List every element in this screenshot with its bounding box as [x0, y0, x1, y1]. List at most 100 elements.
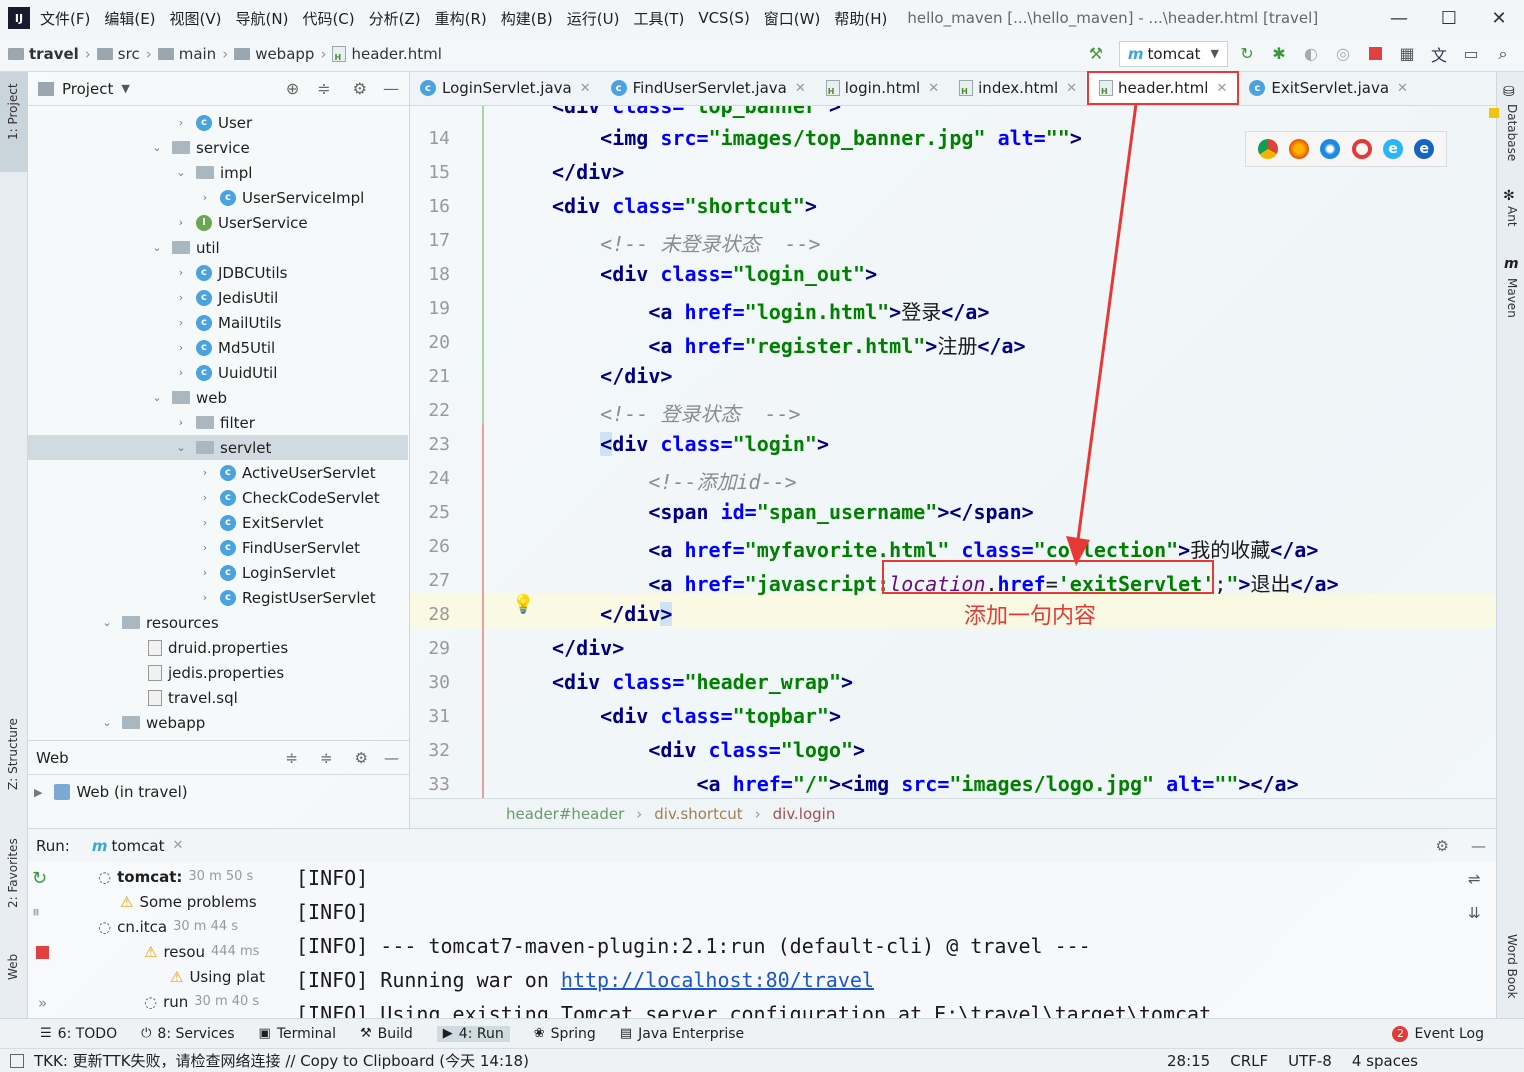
bottom-tool-button[interactable]: ❀ Spring [534, 1026, 596, 1042]
menu-item[interactable]: 编辑(E) [104, 8, 155, 29]
close-icon[interactable]: ✕ [172, 838, 183, 853]
menu-item[interactable]: 导航(N) [236, 8, 289, 29]
hide-icon[interactable]: — [1471, 837, 1486, 855]
chevron-right-icon[interactable]: › [198, 516, 212, 529]
debug-icon[interactable]: ✱ [1266, 41, 1292, 67]
project-tool-button[interactable]: 1: Project [6, 83, 20, 140]
ie-icon[interactable]: e [1382, 139, 1403, 159]
chevron-right-icon[interactable]: › [198, 591, 212, 604]
tree-item[interactable]: › c ExitServlet [28, 510, 408, 535]
tree-item[interactable]: › c UuidUtil [28, 360, 408, 385]
chevron-down-icon[interactable]: ▼ [121, 82, 129, 95]
tree-item[interactable]: › c RegistUserServlet [28, 585, 408, 610]
menu-item[interactable]: 代码(C) [302, 8, 354, 29]
caret-position[interactable]: 28:15 [1167, 1052, 1210, 1070]
close-tab-icon[interactable]: ✕ [1066, 81, 1077, 96]
event-log-button[interactable]: Event Log [1414, 1026, 1484, 1042]
menu-item[interactable]: VCS(S) [698, 9, 749, 27]
firefox-icon[interactable] [1288, 139, 1309, 159]
web-tool-button[interactable]: Web [6, 954, 20, 980]
chevron-right-icon[interactable]: › [198, 491, 212, 504]
chevron-right-icon[interactable]: › [174, 341, 188, 354]
window-icon[interactable]: ▭ [1458, 41, 1484, 67]
chevron-right-icon[interactable]: › [174, 216, 188, 229]
search-icon[interactable]: ⌕ [1490, 41, 1516, 67]
tree-item[interactable]: › filter [28, 410, 408, 435]
chevron-down-icon[interactable]: ⌄ [150, 141, 164, 154]
code-crumb-header[interactable]: header#header [506, 805, 624, 823]
run-tree-item[interactable]: ⚠ Some problems [120, 889, 257, 914]
tree-item[interactable]: › c CheckCodeServlet [28, 485, 408, 510]
wordbook-tool-button[interactable]: Word Book [1505, 934, 1519, 999]
coverage-icon[interactable]: ◐ [1298, 41, 1324, 67]
close-window-button[interactable]: ✕ [1474, 0, 1524, 36]
close-tab-icon[interactable]: ✕ [928, 81, 939, 96]
bottom-tool-button[interactable]: ☰ 6: TODO [40, 1026, 117, 1042]
structure-tool-button[interactable]: Z: Structure [6, 718, 20, 790]
profile-icon[interactable]: ◎ [1330, 41, 1356, 67]
code-crumb-shortcut[interactable]: div.shortcut [654, 805, 742, 823]
hide-icon[interactable]: — [383, 79, 399, 98]
locate-icon[interactable]: ⊕ [286, 79, 299, 98]
chrome-icon[interactable] [1257, 139, 1278, 159]
lightbulb-icon[interactable]: 💡 [512, 594, 534, 615]
chevron-right-icon[interactable]: › [174, 266, 188, 279]
opera-icon[interactable] [1351, 139, 1372, 159]
web-tree-item[interactable]: ▶ Web (in travel) [28, 775, 409, 809]
tree-item[interactable]: › c FindUserServlet [28, 535, 408, 560]
chevron-down-icon[interactable]: ⌄ [150, 391, 164, 404]
stop-icon[interactable] [1362, 41, 1388, 67]
chevron-right-icon[interactable]: › [198, 191, 212, 204]
close-tab-icon[interactable]: ✕ [1216, 81, 1227, 96]
safari-icon[interactable] [1320, 139, 1341, 159]
chevron-right-icon[interactable]: › [198, 566, 212, 579]
tree-item[interactable]: ⌄ util [28, 235, 408, 260]
menu-item[interactable]: 分析(Z) [369, 8, 421, 29]
collapse-all-icon[interactable]: ≑ [320, 749, 333, 767]
chevron-down-icon[interactable]: ⌄ [100, 616, 114, 629]
chevron-down-icon[interactable]: ⌄ [174, 166, 188, 179]
rerun-icon[interactable]: ↻ [1234, 41, 1260, 67]
tree-item[interactable]: › c JDBCUtils [28, 260, 408, 285]
maximize-button[interactable]: ☐ [1424, 0, 1474, 36]
menu-item[interactable]: 重构(R) [435, 8, 487, 29]
tree-item[interactable]: › c JedisUtil [28, 285, 408, 310]
tree-item[interactable]: › c ActiveUserServlet [28, 460, 408, 485]
close-tab-icon[interactable]: ✕ [580, 81, 591, 96]
file-encoding[interactable]: UTF-8 [1288, 1052, 1332, 1070]
chevron-down-icon[interactable]: ⌄ [150, 241, 164, 254]
tree-item[interactable]: ⌄ impl [28, 160, 408, 185]
menu-item[interactable]: 文件(F) [40, 8, 90, 29]
bottom-tool-button[interactable]: ▤ Java Enterprise [620, 1026, 744, 1042]
chevron-right-icon[interactable]: › [174, 416, 188, 429]
code-editor[interactable]: 14 15 16 17 18 19 20 21 22 23 24 25 26 27 28 29 30 31 32 33… [410, 106, 1496, 798]
editor-tab[interactable]: c LoginServlet.java ✕ [410, 71, 601, 105]
run-console[interactable]: [INFO] [INFO] [INFO] --- tomcat7-maven-plu… [296, 862, 1446, 1018]
edge-icon[interactable]: e [1414, 139, 1435, 159]
tree-item[interactable]: druid.properties [28, 635, 408, 660]
scroll-end-icon[interactable]: ⇊ [1468, 904, 1481, 922]
menu-item[interactable]: 视图(V) [170, 8, 222, 29]
run-tree-item[interactable]: ◌ run 30 m 40 s [144, 989, 259, 1014]
crumb-main[interactable]: main [179, 45, 216, 63]
chevron-right-icon[interactable]: › [174, 366, 188, 379]
translate-icon[interactable]: 文 [1426, 41, 1452, 67]
project-panel-title[interactable]: Project [62, 80, 113, 98]
bottom-tool-button[interactable]: ▶ 4: Run [436, 1025, 510, 1042]
crumb-header-html[interactable]: header.html [351, 45, 441, 63]
tree-item[interactable]: ⌄ webapp [28, 710, 408, 735]
chevron-right-icon[interactable]: › [174, 316, 188, 329]
tree-item[interactable]: › c Md5Util [28, 335, 408, 360]
bottom-tool-button[interactable]: ▣ Terminal [259, 1026, 336, 1042]
run-tree-item[interactable]: ⚠ resou 444 ms [144, 939, 259, 964]
tree-item[interactable]: › I UserService [28, 210, 408, 235]
minimize-button[interactable]: — [1374, 0, 1424, 36]
menu-item[interactable]: 帮助(H) [834, 8, 887, 29]
tree-item[interactable]: ⌄ web [28, 385, 408, 410]
crumb-src[interactable]: src [118, 45, 140, 63]
ant-tool-button[interactable]: Ant [1505, 206, 1519, 227]
tree-item[interactable]: jedis.properties [28, 660, 408, 685]
run-config-select[interactable]: m tomcat ▼ [1118, 40, 1228, 67]
close-tab-icon[interactable]: ✕ [795, 81, 806, 96]
tree-item[interactable]: › c User [28, 110, 408, 135]
